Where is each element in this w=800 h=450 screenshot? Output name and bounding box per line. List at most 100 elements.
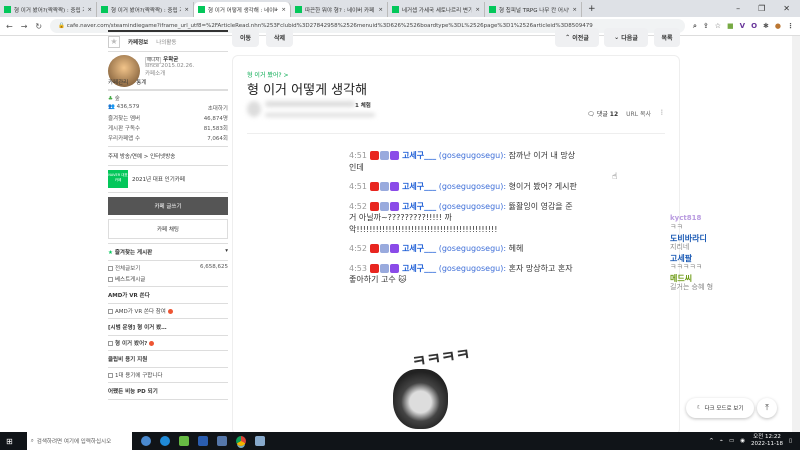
vscode-icon[interactable] xyxy=(197,436,208,446)
windows-start-icon[interactable]: ⊞ xyxy=(6,437,13,446)
maximize-icon[interactable]: ❐ xyxy=(758,4,765,13)
close-tab-icon[interactable]: × xyxy=(378,7,383,13)
browser-tab[interactable]: 형 이거 봤어?(짝짝짝) : 중립 게시× xyxy=(0,2,97,17)
bookmark-star-icon[interactable]: ☆ xyxy=(715,22,721,31)
volume-icon[interactable]: ◉ xyxy=(740,438,745,444)
keyboard-icon[interactable]: ▭ xyxy=(729,438,734,444)
tray-chevron-icon[interactable]: ^ xyxy=(709,438,714,444)
board-group[interactable]: [시범 운영] 형 이거 봤… xyxy=(108,319,228,336)
page-scrollbar[interactable] xyxy=(792,36,800,432)
scroll-top-button[interactable]: ⤒ xyxy=(757,398,777,418)
extension-v-icon[interactable]: V xyxy=(740,22,745,31)
move-button[interactable]: 이동 xyxy=(232,28,260,47)
streamer-badge-icon xyxy=(369,263,379,273)
zoom-icon[interactable]: ⌕ xyxy=(693,22,697,31)
browser-tab[interactable]: 형 칩피널 TRPG 나무 칸 어시인 × xyxy=(485,2,582,17)
dark-mode-button[interactable]: ☾ 다크 모드로 보기 xyxy=(686,398,754,418)
verified-badge-icon xyxy=(389,182,399,191)
app-icon[interactable] xyxy=(140,436,151,446)
reload-icon[interactable]: ↻ xyxy=(35,22,42,31)
board-link[interactable]: 베스트게시글 xyxy=(115,277,145,283)
verified-badge-icon xyxy=(389,201,399,211)
streamer-badge-icon xyxy=(369,244,379,253)
naver-favicon-icon xyxy=(4,6,11,13)
favorite-star-icon[interactable]: ★ xyxy=(108,35,120,48)
more-options-icon[interactable]: ⋮ xyxy=(659,109,665,118)
article-card: 형 이거 봤어? > 형 이거 어떻게 생각해 1 체험 🗨 댓글 12 URL … xyxy=(232,55,680,435)
edge-icon[interactable] xyxy=(159,436,170,446)
app-icon[interactable] xyxy=(254,436,265,446)
browser-tab[interactable]: 따끈한 뭐야 형? : 네이버 카페 × xyxy=(291,2,388,17)
extension-o-icon[interactable]: O xyxy=(751,22,757,31)
close-tab-icon[interactable]: × xyxy=(184,7,189,13)
profile-avatar[interactable]: ● xyxy=(775,22,781,31)
board-link[interactable]: 형 이거 봤어? xyxy=(115,341,147,347)
list-button[interactable]: 목록 xyxy=(654,28,680,47)
close-tab-icon[interactable]: × xyxy=(87,7,92,13)
cafe-topic: 주제 방송/연예 > 인터넷방송 xyxy=(108,147,228,166)
browser-tab-active[interactable]: 형 이거 어떻게 생각해 : 네이버 × xyxy=(194,2,291,17)
moon-icon: ☾ xyxy=(696,405,702,411)
board-group[interactable]: 어쨌든 비능 PD 되기 xyxy=(108,383,228,400)
naver-award-badge: NAVER 대표카페 xyxy=(108,170,128,188)
board-link[interactable]: 전체글보기 xyxy=(115,266,140,272)
browser-tab[interactable]: 형 이거 봤어?(짝짝짝) : 중립 게시× xyxy=(97,2,194,17)
close-tab-icon[interactable]: × xyxy=(572,7,577,13)
invite-link[interactable]: 초대하기 xyxy=(208,104,228,112)
chat-message: 4:51 고세구___ (gosegugosegu): 형이거 봤어? 게시판 xyxy=(349,182,577,191)
browser-tab-bar: 형 이거 봤어?(짝짝짝) : 중립 게시× 형 이거 봤어?(짝짝짝) : 중… xyxy=(0,0,800,17)
url-copy-button[interactable]: URL 복사 xyxy=(626,109,651,118)
browser-tab[interactable]: 네거셉 가세국 세토나르리 변기 × xyxy=(388,2,485,17)
grade-icon: ♣ xyxy=(108,96,113,102)
next-article-button[interactable]: ⌄ 다음글 xyxy=(604,28,648,47)
search-icon: ⌕ xyxy=(30,437,34,444)
star-icon: ★ xyxy=(108,250,113,256)
comments-button[interactable]: 🗨 댓글 12 xyxy=(587,109,618,118)
clock[interactable]: 오전 12:22 2022-11-18 xyxy=(751,434,783,448)
verified-badge-icon xyxy=(389,151,399,160)
share-icon[interactable]: ⇪ xyxy=(703,22,709,31)
close-tab-icon[interactable]: × xyxy=(281,7,286,13)
stats-link[interactable]: 통계 xyxy=(136,78,146,86)
app-icon[interactable] xyxy=(216,436,227,446)
board-link[interactable]: 1대 용기에 구합니다 xyxy=(115,373,162,379)
new-tab-button[interactable]: + xyxy=(582,4,602,14)
streamer-badge-icon xyxy=(369,201,379,211)
chat-log-image: 4:51 고세구___ (gosegugosegu): 잠까난 이거 내 망상인… xyxy=(349,150,579,294)
back-icon[interactable]: ← xyxy=(6,22,13,31)
cafe-intro-link[interactable]: 카페소개 xyxy=(145,69,194,77)
minimize-icon[interactable]: – xyxy=(736,4,740,13)
board-group[interactable]: AMD가 VR 쏜다 xyxy=(108,287,228,304)
network-icon[interactable]: ⌁ xyxy=(720,438,723,444)
notification-icon[interactable]: ▯ xyxy=(789,438,792,444)
streamer-badge-icon xyxy=(369,151,379,160)
naver-favicon-icon xyxy=(295,6,302,13)
delete-button[interactable]: 삭제 xyxy=(266,28,294,47)
minecraft-icon[interactable] xyxy=(178,436,189,446)
close-window-icon[interactable]: ✕ xyxy=(783,4,790,13)
cafe-chat-button[interactable]: 카페 채팅 xyxy=(108,219,228,239)
chat-message: 4:53 고세구___ (gosegugosegu): 혼자 망상하고 혼자 좋… xyxy=(349,263,573,284)
prev-article-button[interactable]: ⌃ 이전글 xyxy=(555,28,599,47)
board-group[interactable]: 클립비 용기 지원 xyxy=(108,351,228,368)
close-tab-icon[interactable]: × xyxy=(475,7,480,13)
forward-icon[interactable]: → xyxy=(21,22,28,31)
taskbar-search-input[interactable]: ⌕ 검색하려면 여기에 입력하십시오 xyxy=(26,432,132,450)
chrome-icon[interactable] xyxy=(235,436,246,446)
cafe-write-button[interactable]: 카페 글쓰기 xyxy=(108,197,228,215)
board-link[interactable]: AMD가 VR 쏜다 참여 xyxy=(115,309,166,315)
arrow-up-icon: ⤒ xyxy=(765,403,769,412)
menu-icon[interactable]: ⋮ xyxy=(787,22,794,31)
verified-badge-icon xyxy=(389,263,399,273)
chevron-down-icon[interactable]: ▾ xyxy=(225,248,228,256)
extension-icon[interactable]: ■ xyxy=(727,22,734,31)
tab-cafe-info[interactable]: 카페정보 xyxy=(128,38,148,46)
emote-badge-icon xyxy=(379,244,389,253)
streamer-badge-icon xyxy=(369,182,379,191)
board-breadcrumb[interactable]: 형 이거 봤어? > xyxy=(247,70,289,79)
puzzle-icon[interactable]: ✱ xyxy=(763,22,769,31)
author-info: 1 체험 xyxy=(247,101,397,121)
tab-my-activity[interactable]: 나의활동 xyxy=(156,38,176,46)
cafe-manage-link[interactable]: 카페관리 xyxy=(108,78,128,86)
chevron-down-icon: ⌄ xyxy=(614,34,622,41)
